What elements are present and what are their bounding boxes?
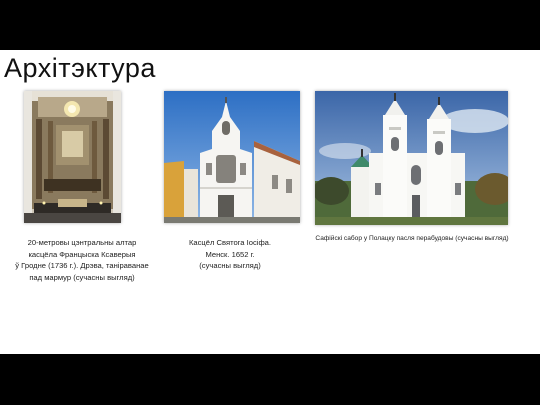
caption-line: 20-метровы цэнтральны алтар <box>27 238 137 247</box>
slide: Архітэктура 20-метровы цэнтральны алтар … <box>0 50 540 354</box>
caption-line: Менск. 1652 г. <box>205 249 255 259</box>
cathedral-photo <box>315 91 508 225</box>
caption-line: пад мармур (сучасны выгляд) <box>29 272 135 282</box>
caption-line: касцёла Францыска Ксаверыя <box>28 249 136 259</box>
caption-cathedral: Сафійскі сабор у Полацку пасля перабудов… <box>312 233 512 245</box>
caption-line: Касцёл Святога Іосіфа. <box>188 238 272 247</box>
caption-line: Сафійскі сабор у Полацку пасля перабудов… <box>315 235 509 242</box>
slide-title: Архітэктура <box>4 53 156 83</box>
altar-photo <box>24 91 121 223</box>
church-photo <box>164 91 300 223</box>
caption-line: ў Гродне (1736 г.). Дрэва, таніраванае <box>15 261 149 271</box>
caption-line: (сучасны выгляд) <box>199 261 261 271</box>
caption-altar: 20-метровы цэнтральны алтар касцёла Фран… <box>2 237 162 283</box>
caption-church: Касцёл Святога Іосіфа. Менск. 1652 г. (с… <box>160 237 300 272</box>
